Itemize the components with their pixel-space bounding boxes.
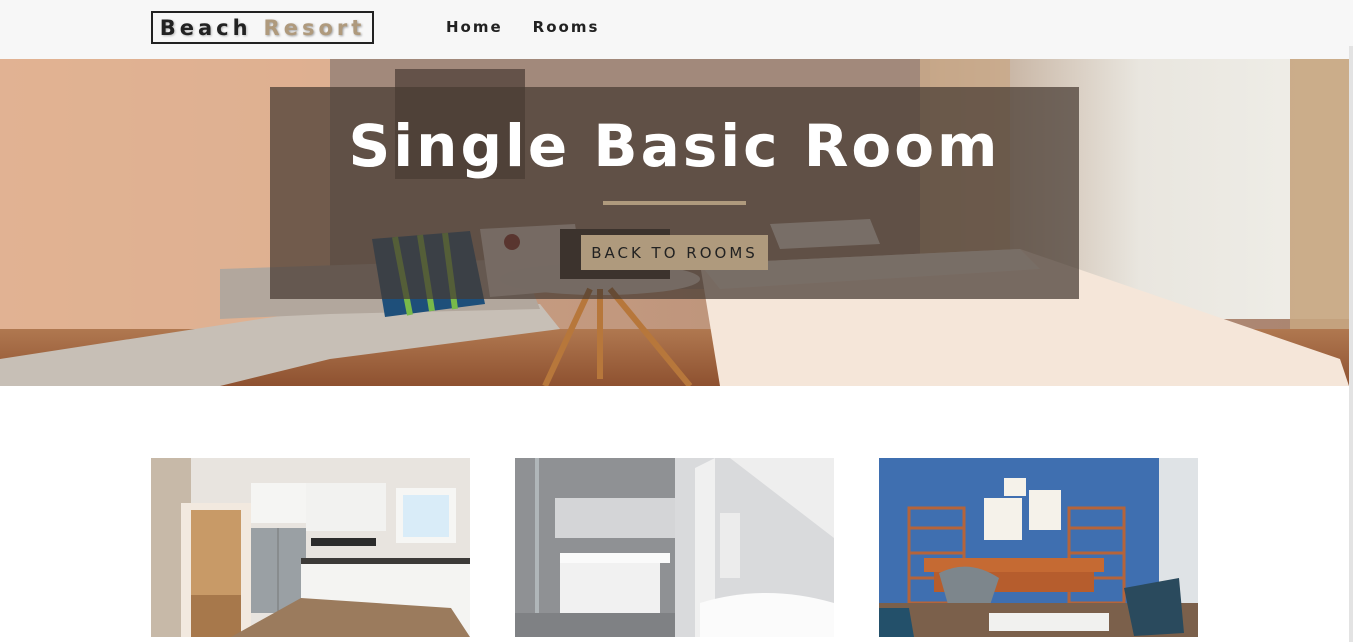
nav-links: Home Rooms — [446, 18, 599, 36]
back-to-rooms-button[interactable]: BACK TO ROOMS — [581, 235, 768, 270]
title-underline — [603, 201, 746, 205]
navbar: Beach Resort Home Rooms — [0, 0, 1353, 59]
room-image-bathroom — [515, 458, 834, 637]
room-image-kitchen — [151, 458, 470, 637]
nav-link-rooms[interactable]: Rooms — [533, 18, 600, 36]
site-logo[interactable]: Beach Resort — [151, 11, 374, 44]
bathroom-image — [515, 458, 834, 637]
hero-banner: Single Basic Room BACK TO ROOMS — [0, 59, 1349, 386]
hero-title-banner: Single Basic Room BACK TO ROOMS — [270, 87, 1079, 299]
logo-text-beach: Beach — [159, 15, 252, 40]
kitchen-image — [151, 458, 470, 637]
living-room-image — [879, 458, 1198, 637]
scrollbar-track[interactable] — [1349, 46, 1353, 642]
room-image-living-room — [879, 458, 1198, 637]
page-title: Single Basic Room — [348, 112, 1001, 180]
logo-text-resort: Resort — [263, 15, 366, 40]
nav-link-home[interactable]: Home — [446, 18, 503, 36]
